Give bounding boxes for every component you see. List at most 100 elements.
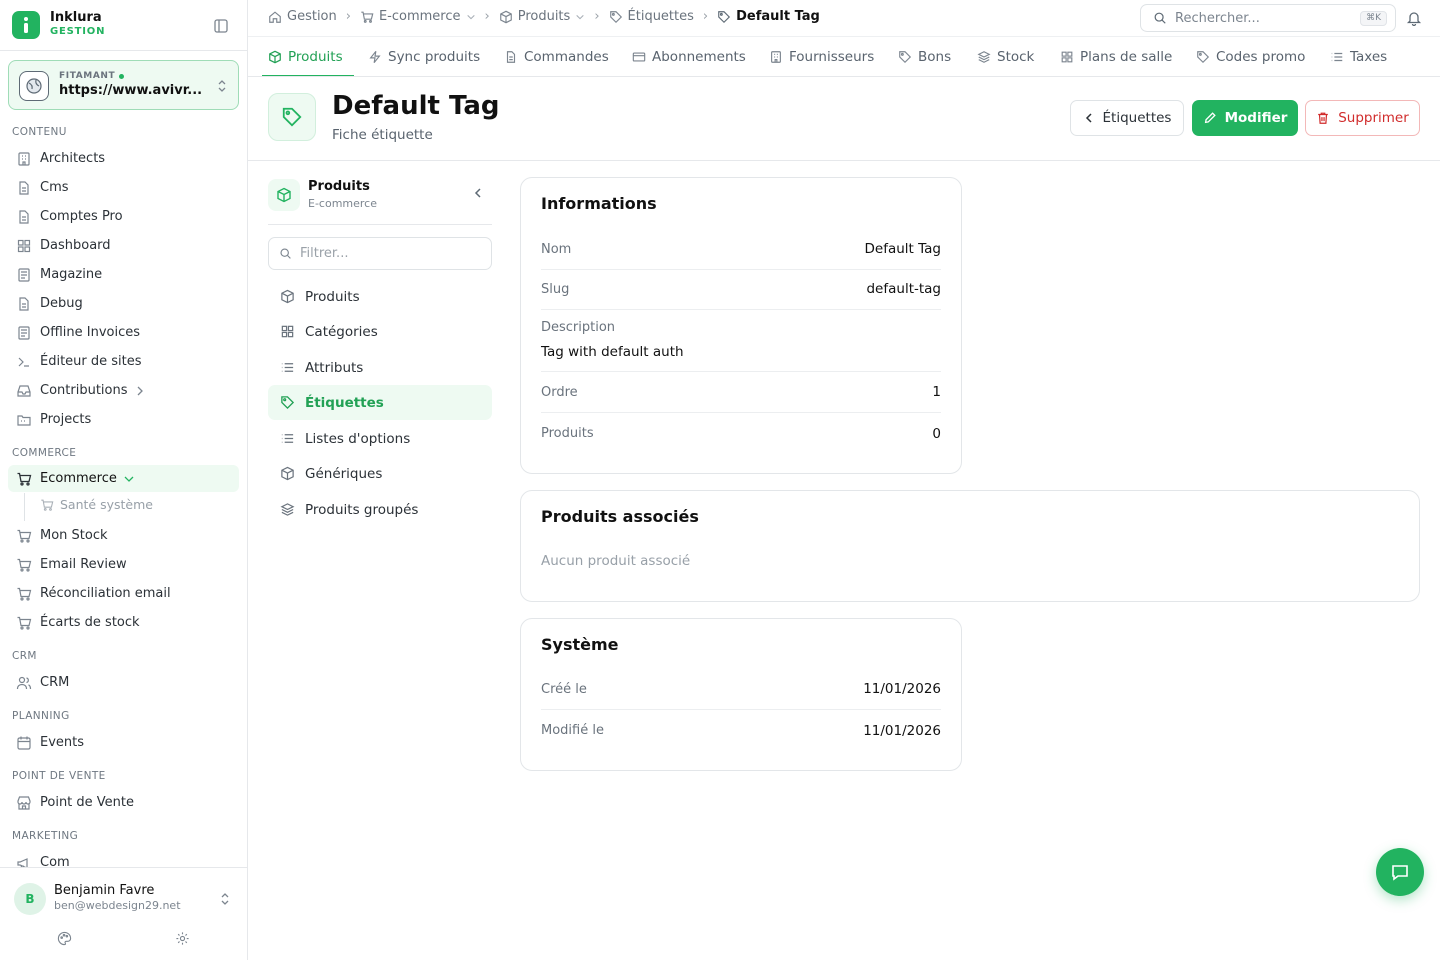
online-status-dot [119,73,125,79]
terminal-icon [18,357,29,367]
sidebar-item-offline-invoices[interactable]: Offline Invoices [8,319,239,346]
sidebar-item-contributions[interactable]: Contributions [8,377,239,404]
building-icon [18,151,30,166]
avatar: B [14,883,46,915]
section-title-marketing: MARKETING [12,830,79,842]
breadcrumb-item-produits[interactable]: Produits [499,9,586,24]
system-card-title: Système [541,635,619,654]
info-row-ordre: Ordre 1 [541,372,941,413]
box-icon [268,179,300,211]
subnav-item-generiques[interactable]: Génériques [268,456,492,491]
tab-fournisseurs[interactable]: Fournisseurs [769,37,874,76]
users-icon [16,676,32,689]
subnav-item-etiquettes[interactable]: Étiquettes [268,385,492,420]
subnav-item-label: Attributs [305,359,364,376]
sidebar-item-architects[interactable]: Architects [8,145,239,172]
sidebar-item-crm[interactable]: CRM [8,669,239,696]
tree-line [24,493,25,521]
site-switcher[interactable]: FITAMANT https://www.avivr... [8,60,239,110]
breadcrumb-item-etiquettes[interactable]: Étiquettes [609,9,694,24]
tab-taxes[interactable]: Taxes [1330,37,1387,76]
sidebar-item-dashboard[interactable]: Dashboard [8,232,239,259]
sidebar-item-email-review[interactable]: Email Review [8,551,239,578]
tag-icon [1197,51,1210,64]
filter-input[interactable]: Filtrer... [268,237,492,270]
breadcrumb-item-gestion[interactable]: Gestion [268,9,337,24]
tab-commandes[interactable]: Commandes [504,37,609,76]
tab-label: Sync produits [388,49,481,65]
sidebar-item-ecommerce[interactable]: Ecommerce [8,465,239,492]
grid-icon [17,239,31,252]
search-input[interactable]: Rechercher... ⌘K [1140,4,1396,32]
home-icon [269,10,281,23]
search-placeholder: Rechercher... [1175,10,1260,26]
subnav-item-listes-options[interactable]: Listes d'options [268,421,492,456]
sidebar-item-ecarts-de-stock[interactable]: Écarts de stock [8,609,239,636]
sidebar-item-events[interactable]: Events [8,729,239,756]
info-row-produits: Produits 0 [541,413,941,454]
subnav-item-produits[interactable]: Produits [268,279,492,314]
cart-icon [361,11,374,23]
brand-name: Inklura [50,10,102,25]
sidebar-item-label: Comptes Pro [40,209,123,224]
document-icon [19,180,29,195]
breadcrumb-item-ecommerce[interactable]: E-commerce [360,9,476,24]
bell-icon[interactable] [1406,10,1422,26]
back-button[interactable]: Étiquettes [1070,100,1184,136]
document-icon [19,209,29,224]
subnav-item-produits-groupes[interactable]: Produits groupés [268,492,492,527]
info-card: Informations Nom Default Tag Slug defaul… [520,177,962,474]
sidebar-item-comptes-pro[interactable]: Comptes Pro [8,203,239,230]
brand[interactable]: Inklura GESTION [12,10,105,40]
tab-bons[interactable]: Bons [898,37,951,76]
subnav-item-categories[interactable]: Catégories [268,314,492,349]
chat-button[interactable] [1376,848,1424,896]
user-menu[interactable]: B Benjamin Favre ben@webdesign29.net [0,867,247,960]
sidebar-item-mon-stock[interactable]: Mon Stock [8,522,239,549]
store-icon [17,795,31,810]
layers-icon [280,503,295,516]
palette-icon[interactable] [57,931,72,946]
subnav-item-label: Étiquettes [305,394,384,411]
sidebar-item-projects[interactable]: Projects [8,406,239,433]
sidebar-item-debug[interactable]: Debug [8,290,239,317]
subnav-item-label: Listes d'options [305,430,411,447]
chevron-down-icon [576,14,585,19]
tab-stock[interactable]: Stock [977,37,1034,76]
tab-plans-de-salle[interactable]: Plans de salle [1060,37,1173,76]
tab-produits[interactable]: Produits [268,37,343,76]
section-title-point-de-vente: POINT DE VENTE [12,770,106,782]
credit-card-icon [632,52,646,62]
tab-label: Plans de salle [1080,49,1173,65]
subnav-item-label: Produits groupés [305,501,419,518]
sidebar-item-point-de-vente[interactable]: Point de Vente [8,789,239,816]
tab-sync-produits[interactable]: Sync produits [368,37,481,76]
sidebar-item-label: Email Review [40,557,127,572]
tag-icon [718,10,731,23]
tab-abonnements[interactable]: Abonnements [632,37,746,76]
sidebar-item-cms[interactable]: Cms [8,174,239,201]
field-label: Modifié le [541,723,604,738]
sidebar-item-editeur-de-sites[interactable]: Éditeur de sites [8,348,239,375]
delete-button[interactable]: Supprimer [1305,100,1420,136]
field-value: default-tag [866,281,941,297]
sidebar-item-magazine[interactable]: Magazine [8,261,239,288]
chevron-down-icon [124,476,134,482]
gear-icon[interactable] [175,931,190,946]
filter-placeholder: Filtrer... [300,246,349,261]
breadcrumb-separator: › [345,9,351,24]
sidebar-subitem-sante-systeme[interactable]: Santé système [40,497,153,512]
cart-icon [17,529,32,543]
sidebar-item-label: Projects [40,412,92,427]
edit-button[interactable]: Modifier [1192,100,1298,136]
sidebar-item-label: Mon Stock [40,528,108,543]
trash-icon [1318,112,1329,124]
tab-codes-promo[interactable]: Codes promo [1196,37,1305,76]
grid-icon [1061,51,1073,63]
sidebar-item-reconciliation-email[interactable]: Réconciliation email [8,580,239,607]
module-tabs: Produits Sync produits Commandes Abonnem… [248,36,1440,77]
collapse-chevron-left-icon[interactable] [472,187,484,199]
sidebar-toggle-icon[interactable] [213,18,229,34]
subnav-item-attributs[interactable]: Attributs [268,350,492,385]
section-title-contenu: CONTENU [12,126,67,138]
